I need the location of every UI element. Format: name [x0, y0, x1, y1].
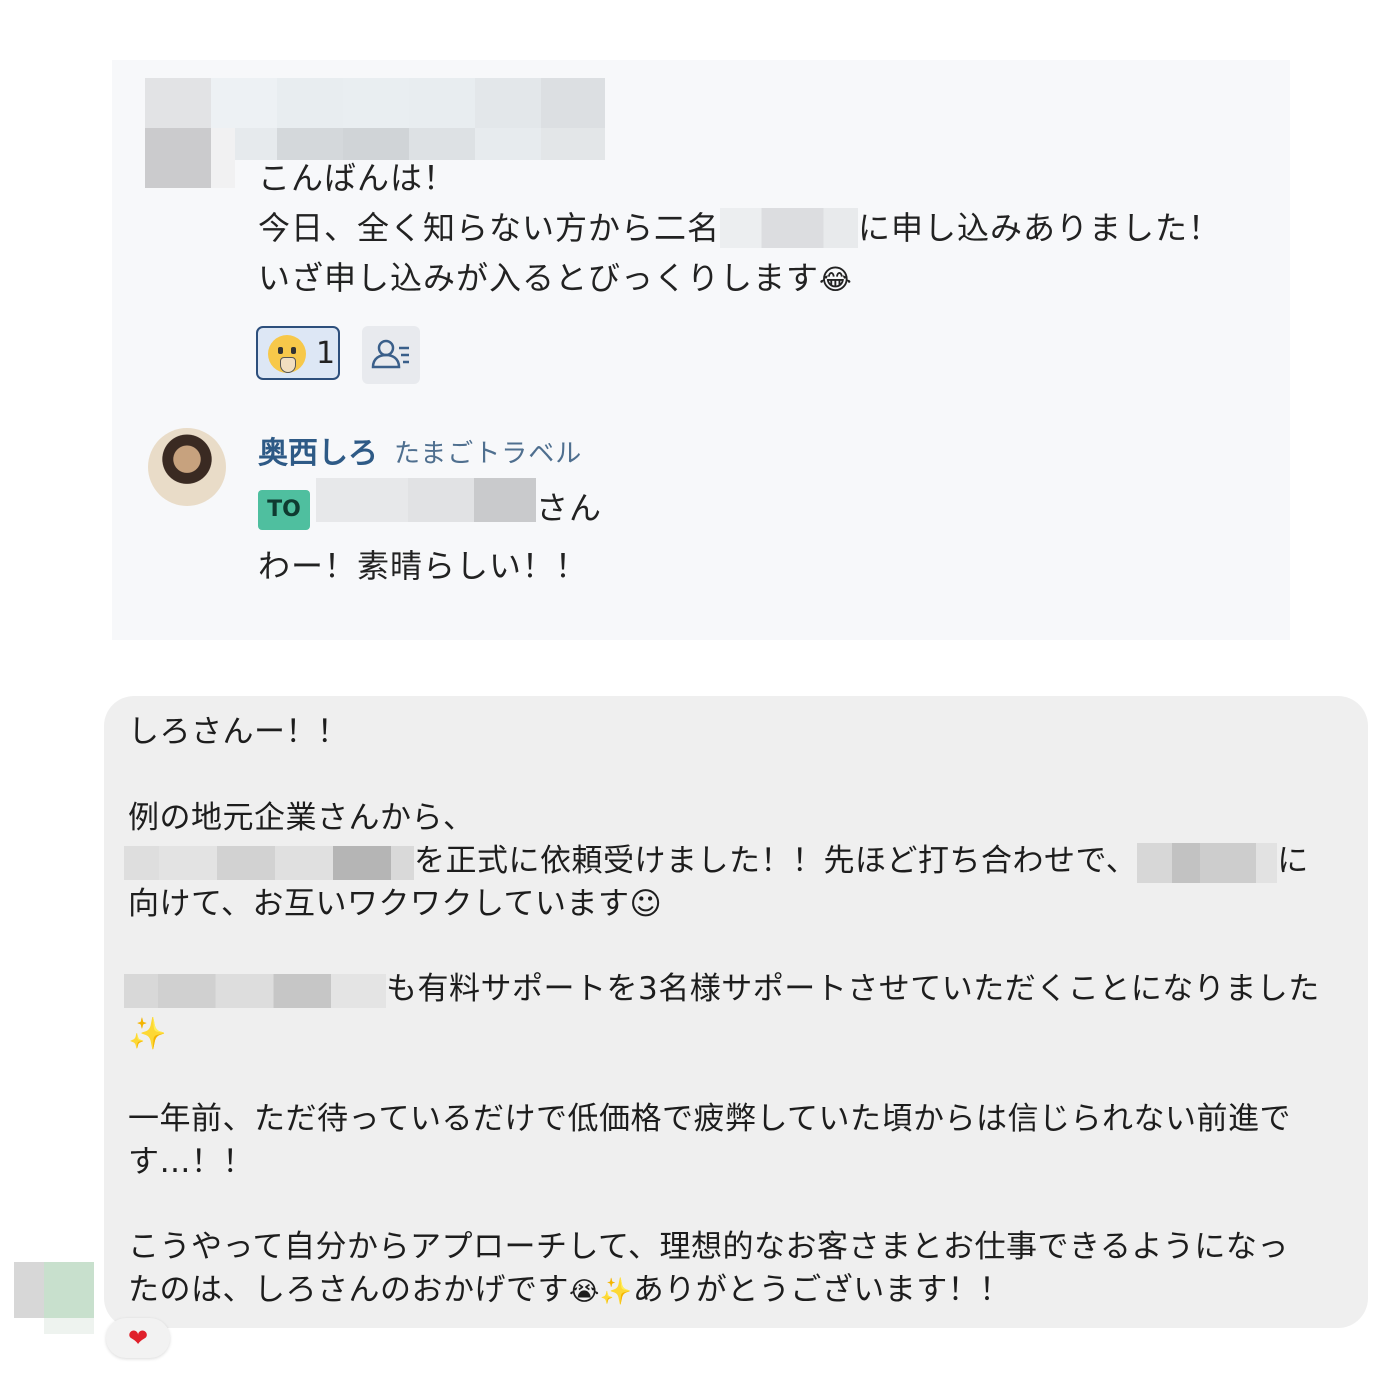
hugging-face-icon: [268, 335, 306, 373]
message-bubble: しろさんー！！ 例の地元企業さんから、 を正式に依頼受けました！！先ほど打ち合わ…: [104, 696, 1368, 1328]
redacted-text: [124, 973, 386, 1008]
bubble-text: たのは、しろさんのおかげです: [128, 1272, 569, 1308]
bubble-line: こうやって自分からアプローチして、理想的なお客さまとお仕事できるようになっ: [128, 1229, 1289, 1265]
message-line: いざ申し込みが入るとびっくりします😂: [258, 258, 853, 300]
bubble-line: を正式に依頼受けました！！先ほど打ち合わせで、 に: [124, 841, 1309, 883]
crying-sparkles-emoji-icon: 😭✨: [569, 1277, 633, 1307]
reaction-button[interactable]: 1: [256, 326, 340, 380]
message-text: いざ申し込みが入るとびっくりします: [258, 259, 820, 297]
reply-message: わー！素晴らしい！！: [258, 547, 589, 585]
read-status-button[interactable]: [362, 326, 420, 384]
redacted-text: [124, 845, 414, 880]
bubble-text: を正式に依頼受けました！！先ほど打ち合わせで、: [414, 843, 1138, 879]
laughing-emoji-icon: 😂: [819, 263, 853, 296]
to-badge: TO: [258, 490, 310, 530]
redacted-text: [1137, 842, 1278, 883]
redacted-text: [720, 208, 859, 248]
sender-organization: たまごトラベル: [394, 439, 583, 469]
heart-reaction-button[interactable]: ❤: [106, 1318, 170, 1358]
message-line: 今日、全く知らない方から二名 に申し込みありました！: [258, 208, 1221, 248]
sparkles-icon: ✨: [128, 1016, 168, 1052]
message-greeting: こんばんは！: [258, 159, 457, 197]
bubble-line: 向けて、お互いワクワクしています☺: [128, 886, 663, 922]
avatar[interactable]: [148, 428, 226, 506]
message-text: に申し込みありました！: [858, 209, 1222, 247]
heart-icon: ❤: [127, 1324, 149, 1352]
bubble-line: しろさんー！！: [128, 714, 349, 750]
bubble-line: す…！！: [128, 1144, 254, 1180]
bubble-line: 例の地元企業さんから、: [128, 800, 475, 836]
sender-name[interactable]: 奥西しろ: [258, 434, 378, 474]
bubble-line: 一年前、ただ待っているだけで低価格で疲弊していた頃からは信じられない前進で: [128, 1101, 1292, 1137]
bubble-line: も有料サポートを3名様サポートさせていただくことになりました: [124, 969, 1320, 1009]
bubble-line: たのは、しろさんのおかげです😭✨ありがとうございます！！: [128, 1270, 1011, 1312]
bubble-text: ありがとうございます！！: [632, 1272, 1011, 1308]
bubble-text: に: [1277, 843, 1309, 879]
reaction-count: 1: [316, 336, 336, 371]
quoted-chat-card: こんばんは！ 今日、全く知らない方から二名 に申し込みありました！ いざ申し込みが…: [112, 60, 1290, 640]
read-status-icon: [371, 339, 409, 369]
message-text: 今日、全く知らない方から二名: [258, 209, 721, 247]
bubble-text: も有料サポートを3名様サポートさせていただくことになりました: [386, 971, 1320, 1007]
recipient-suffix: さん: [536, 489, 603, 527]
